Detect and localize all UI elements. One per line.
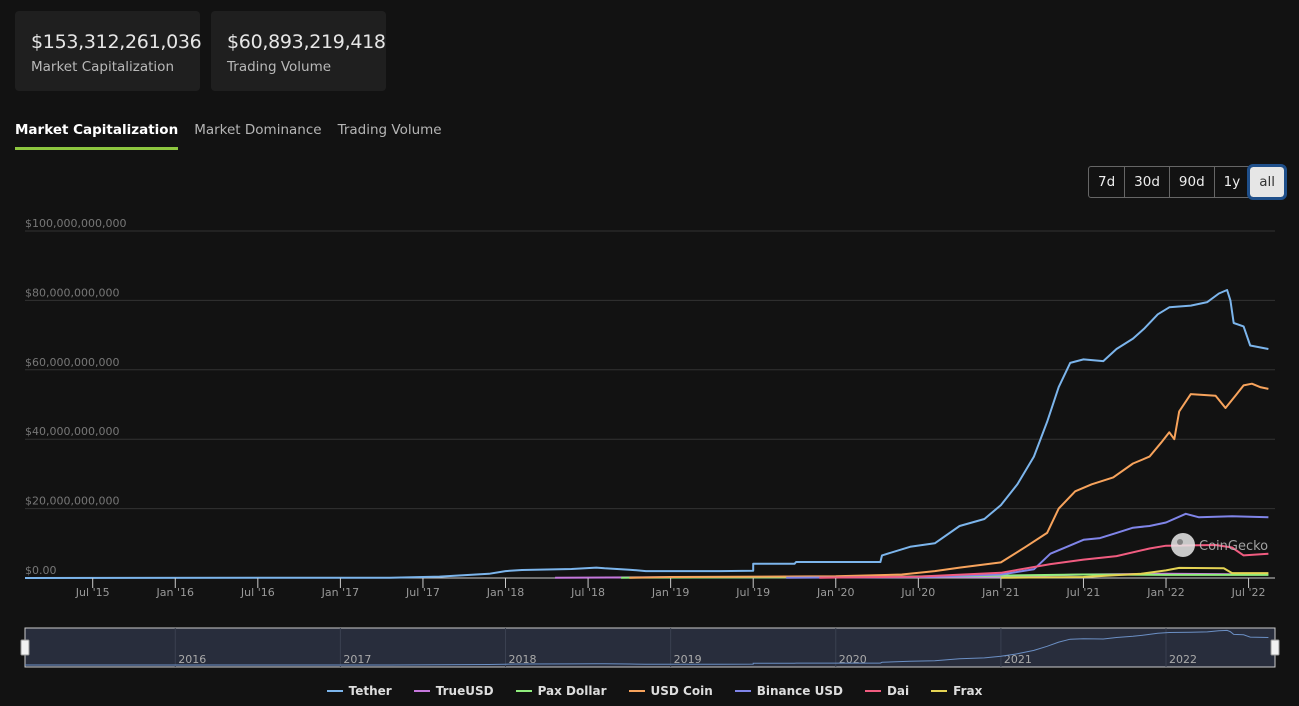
legend-swatch-icon	[628, 690, 645, 692]
x-tick-label: Jan '19	[651, 586, 689, 599]
legend-label: Dai	[886, 684, 910, 698]
legend-label: TrueUSD	[435, 684, 494, 698]
x-tick-label: Jul '15	[75, 586, 110, 599]
legend-item-frax[interactable]: Frax	[931, 684, 982, 698]
legend-swatch-icon	[515, 690, 532, 692]
x-tick-label: Jan '20	[816, 586, 854, 599]
legend-swatch-icon	[931, 690, 948, 692]
legend-item-binance-usd[interactable]: Binance USD	[734, 684, 843, 698]
coingecko-logo-icon	[1171, 533, 1195, 557]
watermark-text: CoinGecko	[1199, 539, 1268, 554]
legend-swatch-icon	[734, 690, 751, 692]
x-tick-label: Jan '21	[981, 586, 1019, 599]
market-cap-chart: $0.00 $20,000,000,000 $40,000,000,000 $60,0…	[20, 217, 1280, 668]
legend-swatch-icon	[326, 690, 343, 692]
x-tick-label: Jan '17	[321, 586, 359, 599]
legend-label: Frax	[953, 684, 983, 698]
legend-item-dai[interactable]: Dai	[864, 684, 910, 698]
series-line-tether[interactable]	[24, 289, 1269, 579]
x-tick-label: Jul '22	[1231, 586, 1266, 599]
legend-swatch-icon	[864, 690, 881, 692]
legend-item-usd-coin[interactable]: USD Coin	[628, 684, 713, 698]
legend-item-trueusd[interactable]: TrueUSD	[413, 684, 494, 698]
navigator-year-label: 2017	[343, 653, 371, 666]
x-tick-label: Jan '18	[486, 586, 524, 599]
legend-item-pax-dollar[interactable]: Pax Dollar	[515, 684, 607, 698]
legend-label: Binance USD	[756, 684, 843, 698]
y-tick-label: $20,000,000,000	[25, 495, 119, 508]
y-tick-label: $80,000,000,000	[25, 286, 119, 299]
navigator-year-label: 2016	[178, 653, 206, 666]
x-tick-label: Jul '18	[570, 586, 605, 599]
navigator-left-handle[interactable]	[20, 639, 30, 656]
legend-swatch-icon	[413, 690, 430, 692]
legend-label: USD Coin	[650, 684, 713, 698]
navigator-year-label: 2022	[1169, 653, 1197, 666]
navigator-window[interactable]	[24, 627, 1276, 668]
navigator-right-handle[interactable]	[1270, 639, 1280, 656]
x-tick-label: Jul '19	[735, 586, 770, 599]
y-tick-label: $100,000,000,000	[25, 217, 126, 230]
x-tick-label: Jul '17	[405, 586, 440, 599]
y-tick-label: $40,000,000,000	[25, 425, 119, 438]
x-tick-label: Jul '20	[900, 586, 935, 599]
x-tick-label: Jan '22	[1146, 586, 1184, 599]
x-tick-label: Jul '16	[240, 586, 275, 599]
navigator[interactable]: 2016 2017 2018 2019 2020 2021 2022	[20, 627, 1280, 668]
x-tick-label: Jan '16	[156, 586, 194, 599]
y-tick-label: $0.00	[25, 564, 57, 577]
x-tick-label: Jul '21	[1066, 586, 1101, 599]
legend-label: Tether	[348, 684, 392, 698]
legend-item-tether[interactable]: Tether	[326, 684, 392, 698]
y-tick-label: $60,000,000,000	[25, 356, 119, 369]
coingecko-watermark: CoinGecko	[1171, 533, 1268, 557]
legend-label: Pax Dollar	[537, 684, 607, 698]
navigator-year-label: 2020	[839, 653, 867, 666]
legend: Tether TrueUSD Pax Dollar USD Coin Binance U…	[0, 684, 1299, 698]
